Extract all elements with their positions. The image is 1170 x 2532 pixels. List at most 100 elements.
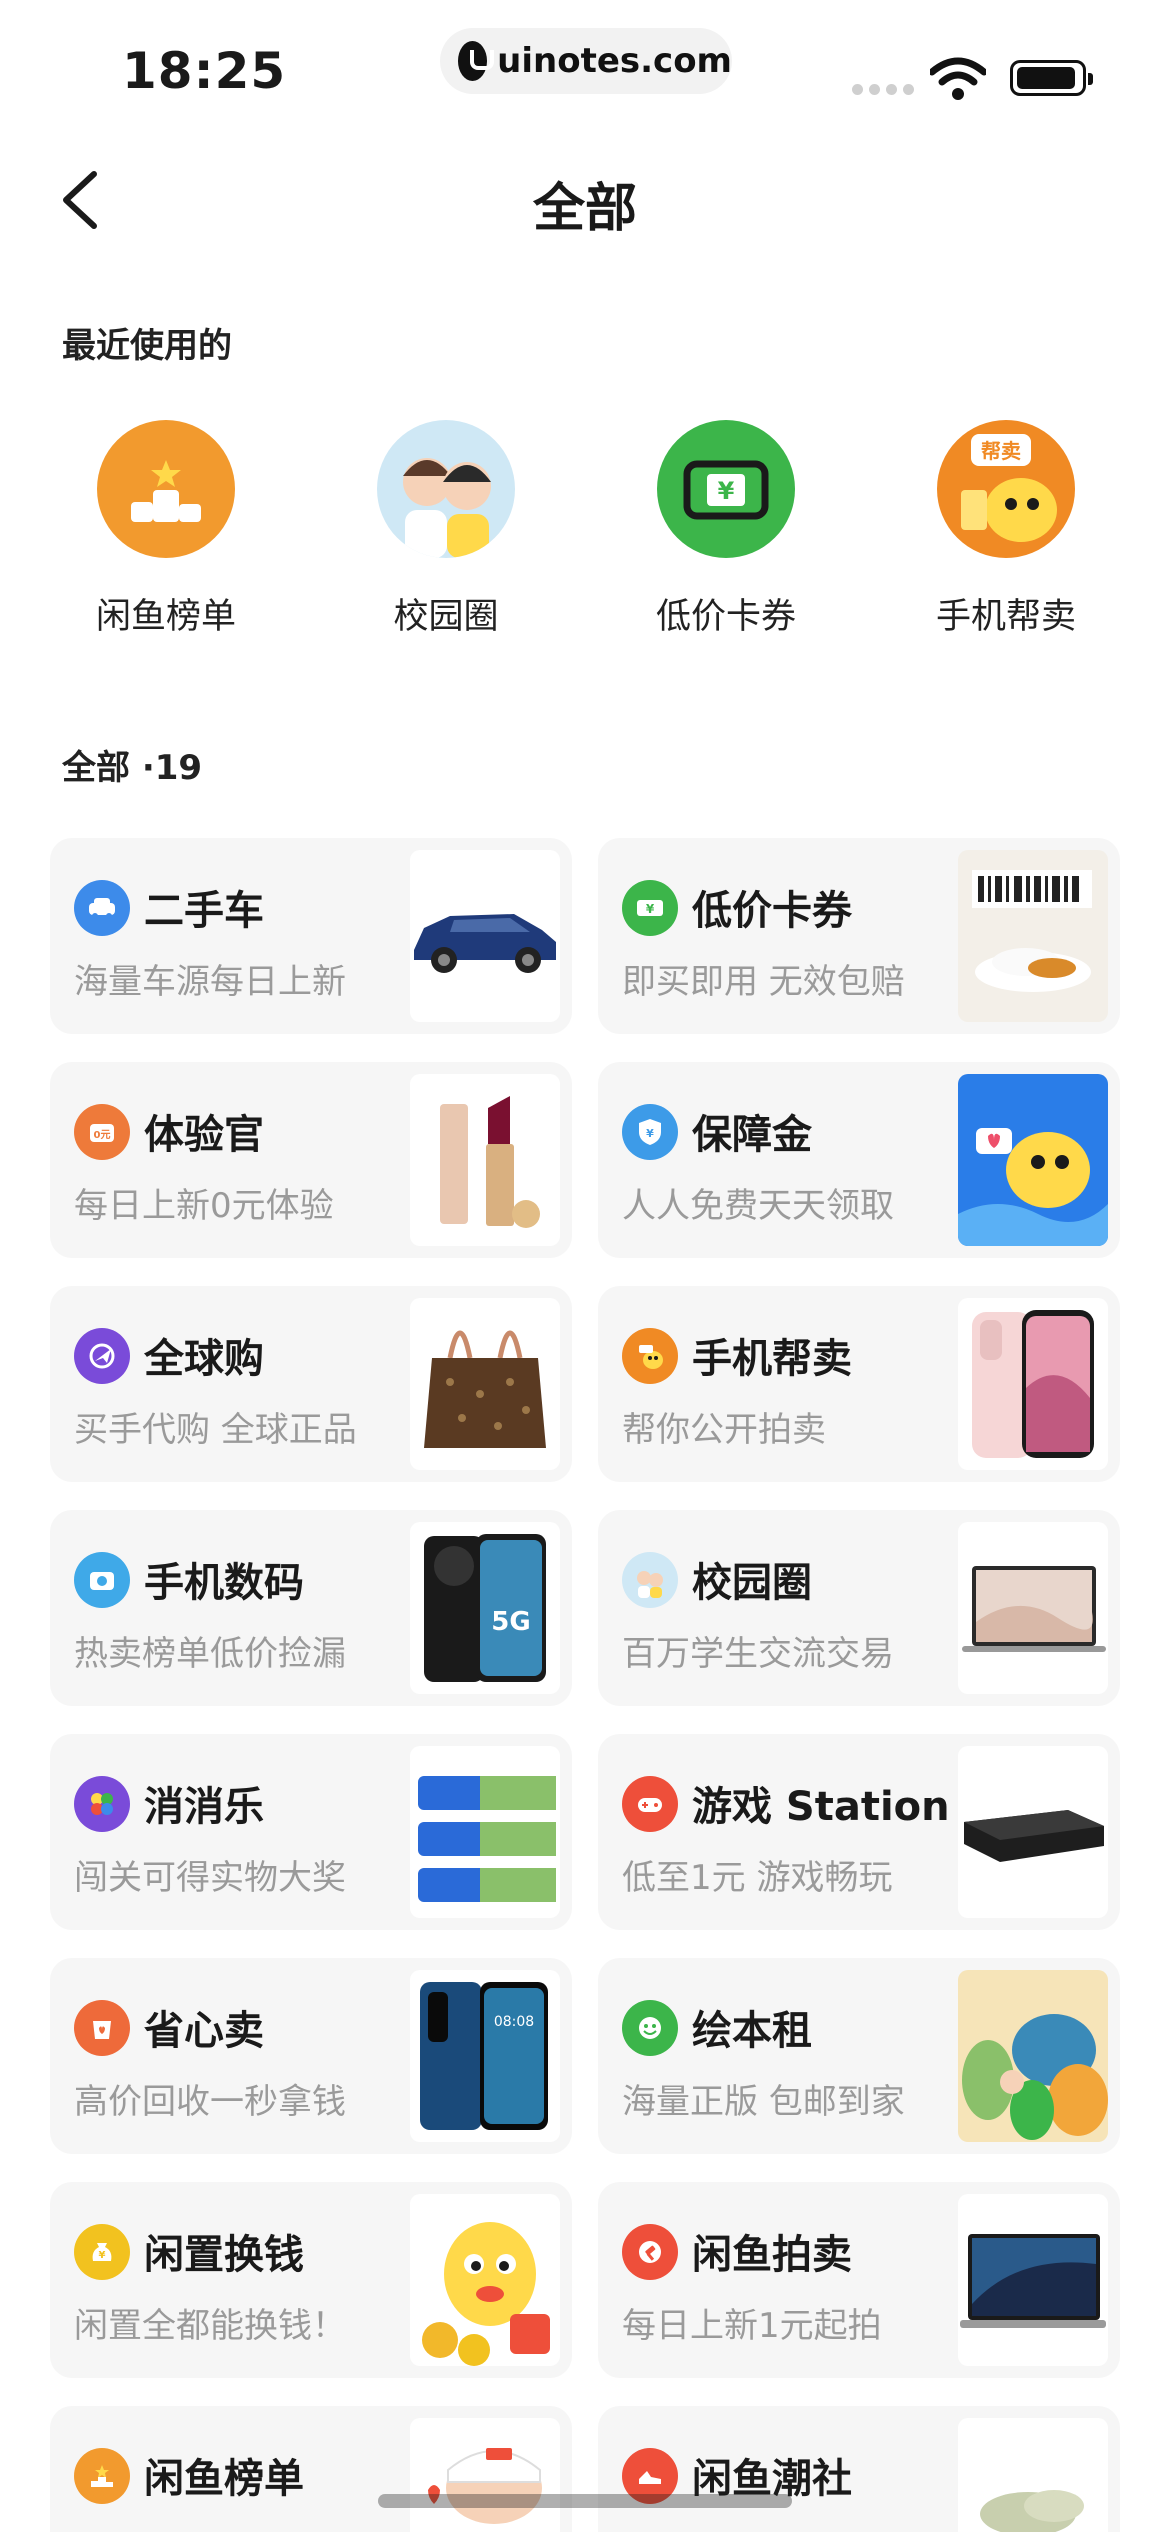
- card-global-buy[interactable]: 全球购 买手代购 全球正品: [50, 1286, 572, 1482]
- svg-text:08:08: 08:08: [494, 2014, 534, 2030]
- status-bar: 18:25 uinotes.com: [0, 0, 1170, 140]
- svg-text:帮卖: 帮卖: [981, 439, 1021, 463]
- fish-mascot-icon: [622, 1328, 678, 1384]
- mascot-cap-thumb: [410, 2418, 560, 2532]
- card-subtitle: 即买即用 无效包赔: [622, 962, 905, 1002]
- recent-item-phone-sell[interactable]: 帮卖 手机帮卖: [896, 420, 1116, 639]
- card-title: 闲置换钱: [144, 2232, 304, 2278]
- voucher-thumb: [958, 850, 1108, 1022]
- home-indicator[interactable]: [378, 2494, 792, 2508]
- recent-item-label: 校园圈: [393, 597, 499, 637]
- huawei-phone-thumb: 08:08: [410, 1970, 560, 2142]
- card-match-game[interactable]: 消消乐 闯关可得实物大奖: [50, 1734, 572, 1930]
- svg-text:¥: ¥: [99, 2250, 106, 2261]
- card-vouchers[interactable]: ¥ 低价卡券 即买即用 无效包赔: [598, 838, 1120, 1034]
- card-subtitle: 海量正版 包邮到家: [622, 2082, 905, 2122]
- card-title: 闲鱼榜单: [144, 2456, 304, 2502]
- recent-list: 闲鱼榜单 校园圈 ¥ 低价卡券 帮卖 手机帮卖: [0, 420, 1170, 640]
- mascot-coins-thumb: [410, 2194, 560, 2366]
- battery-icon: [1010, 60, 1093, 96]
- recent-item-campus[interactable]: 校园圈: [336, 420, 556, 639]
- picture-book-thumb: [958, 1970, 1108, 2142]
- svg-text:¥: ¥: [718, 477, 735, 505]
- auction-icon: [622, 2224, 678, 2280]
- svg-text:5G: 5G: [491, 1607, 530, 1637]
- heart-bag-icon: [74, 2000, 130, 2056]
- card-title: 绘本租: [692, 2008, 812, 2054]
- card-title: 保障金: [692, 1112, 812, 1158]
- recent-item-vouchers[interactable]: ¥ 低价卡券: [616, 420, 836, 639]
- card-subtitle: 闯关可得实物大奖: [74, 1858, 346, 1898]
- campus-couple-icon: [377, 420, 515, 558]
- macbook-thumb: [958, 2194, 1108, 2366]
- card-title: 全球购: [144, 1336, 264, 1382]
- card-phone-sell[interactable]: 手机帮卖 帮你公开拍卖: [598, 1286, 1120, 1482]
- mascot-blue-thumb: [958, 1074, 1108, 1246]
- iphone-thumb: [958, 1298, 1108, 1470]
- card-trend-club[interactable]: 闲鱼潮社: [598, 2406, 1120, 2532]
- card-subtitle: 海量车源每日上新: [74, 962, 346, 1002]
- card-rankings[interactable]: 闲鱼榜单: [50, 2406, 572, 2532]
- wifi-icon: [930, 57, 986, 100]
- card-auction[interactable]: 闲鱼拍卖 每日上新1元起拍: [598, 2182, 1120, 2378]
- console-thumb: [958, 1746, 1108, 1918]
- url-pill[interactable]: uinotes.com: [440, 28, 732, 94]
- card-subtitle: 高价回收一秒拿钱: [74, 2082, 346, 2122]
- card-subtitle: 人人免费天天领取: [622, 1186, 894, 1226]
- campus-couple-icon: [622, 1552, 678, 1608]
- cellular-signal-icon: [852, 84, 914, 95]
- card-title: 手机数码: [144, 1560, 304, 1606]
- recent-section-label: 最近使用的: [62, 326, 232, 366]
- card-trial-officer[interactable]: 0元 体验官 每日上新0元体验: [50, 1062, 572, 1258]
- handbag-thumb: [410, 1298, 560, 1470]
- camera-icon: [74, 1552, 130, 1608]
- money-bag-icon: ¥: [74, 2224, 130, 2280]
- card-guarantee-fund[interactable]: ¥ 保障金 人人免费天天领取: [598, 1062, 1120, 1258]
- card-title: 二手车: [144, 888, 264, 934]
- lipstick-thumb: [410, 1074, 560, 1246]
- card-subtitle: 帮你公开拍卖: [622, 1410, 826, 1450]
- car-icon: [74, 880, 130, 936]
- svg-text:¥: ¥: [646, 1127, 654, 1140]
- shield-icon: ¥: [622, 1104, 678, 1160]
- card-used-cars[interactable]: 二手车 海量车源每日上新: [50, 838, 572, 1034]
- suv-thumb: [410, 850, 560, 1022]
- card-subtitle: 买手代购 全球正品: [74, 1410, 357, 1450]
- recent-item-label: 手机帮卖: [935, 597, 1076, 637]
- card-title: 闲鱼拍卖: [692, 2232, 852, 2278]
- page-title: 全部: [532, 179, 637, 239]
- uinotes-logo-icon: [458, 41, 495, 81]
- card-campus[interactable]: 校园圈 百万学生交流交易: [598, 1510, 1120, 1706]
- card-picture-book-rental[interactable]: 绘本租 海量正版 包邮到家: [598, 1958, 1120, 2154]
- card-title: 手机帮卖: [692, 1336, 852, 1382]
- card-title: 体验官: [144, 1112, 264, 1158]
- all-section-label: 全部 ·19: [62, 748, 203, 788]
- toothpaste-thumb: [410, 1746, 560, 1918]
- svg-text:¥: ¥: [646, 902, 655, 916]
- card-subtitle: 低至1元 游戏畅玩: [622, 1858, 893, 1898]
- recent-item-label: 闲鱼榜单: [95, 597, 236, 637]
- ticket-icon: ¥: [622, 880, 678, 936]
- card-subtitle: 闲置全都能换钱！: [74, 2306, 346, 2346]
- card-title: 省心卖: [144, 2008, 264, 2054]
- android-phone-thumb: 5G: [410, 1522, 560, 1694]
- match-game-icon: [74, 1776, 130, 1832]
- podium-icon: [74, 2448, 130, 2504]
- card-subtitle: 百万学生交流交易: [622, 1634, 894, 1674]
- trial-icon: 0元: [74, 1104, 130, 1160]
- card-title: 低价卡券: [692, 888, 852, 934]
- card-game-station[interactable]: 游戏 Station 低至1元 游戏畅玩: [598, 1734, 1120, 1930]
- card-idle-cash[interactable]: ¥ 闲置换钱 闲置全都能换钱！: [50, 2182, 572, 2378]
- card-phones-digital[interactable]: 手机数码 热卖榜单低价捡漏 5G: [50, 1510, 572, 1706]
- card-title: 消消乐: [144, 1784, 264, 1830]
- podium-icon: [97, 420, 235, 558]
- card-worry-free-sell[interactable]: 省心卖 高价回收一秒拿钱 08:08: [50, 1958, 572, 2154]
- card-title: 校园圈: [692, 1560, 812, 1606]
- url-text: uinotes.com: [497, 41, 732, 81]
- slipper-thumb: [958, 2418, 1108, 2532]
- card-subtitle: 每日上新1元起拍: [622, 2306, 882, 2346]
- card-subtitle: 热卖榜单低价捡漏: [74, 1634, 346, 1674]
- recent-item-rankings[interactable]: 闲鱼榜单: [56, 420, 276, 639]
- ticket-icon: ¥: [657, 420, 795, 558]
- svg-text:0元: 0元: [94, 1129, 111, 1141]
